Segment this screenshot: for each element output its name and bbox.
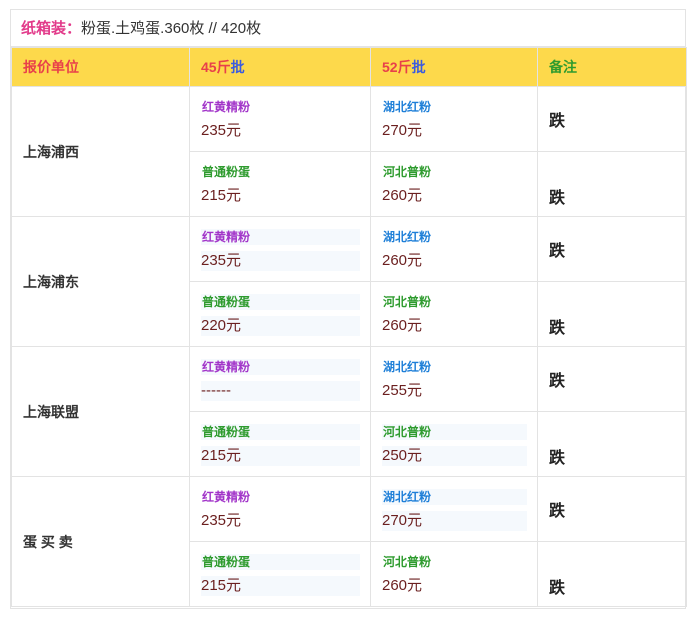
note-cell: 跌 [537,346,687,412]
title-prefix: 纸箱装： [21,20,82,37]
price-cell-45: 红黄精粉 ------ [189,346,371,412]
grade-label: 普通粉蛋 [201,294,360,310]
header-unit: 报价单位 [11,47,190,87]
price-cell-45: 红黄精粉 235元 [189,86,371,152]
note-cell: 跌 [537,281,687,347]
price-value: 250元 [382,446,527,466]
price-cell-45: 普通粉蛋 215元 [189,151,371,217]
header-price-52: 52斤批 [370,47,538,87]
header-price-45-weight: 45斤 [201,59,231,75]
price-cell-45: 普通粉蛋 215元 [189,411,371,477]
table-row: 上海浦西 红黄精粉 235元 湖北红粉 270元跌 [11,86,687,217]
grade-label: 河北普粉 [383,295,432,309]
table-row: 蛋 买 卖红黄精粉 235元 湖北红粉 270元跌 [11,476,687,607]
region-name: 蛋 买 卖 [11,476,190,607]
price-cell-52: 河北普粉 250元 [370,411,538,477]
price-value: 260元 [382,317,423,334]
price-cell-45: 红黄精粉 235元 [189,216,371,282]
price-cell-45: 红黄精粉 235元 [189,476,371,542]
region-name: 上海联盟 [11,346,190,477]
note-cell: 跌 [537,541,687,607]
header-price-45-batch: 批 [230,59,245,75]
grade-label: 湖北红粉 [383,100,432,114]
table-row: 上海浦东 红黄精粉 235元 湖北红粉 260元跌 [11,216,687,347]
price-value: 235元 [201,251,360,271]
header-price-45: 45斤批 [189,47,371,87]
grade-label: 红黄精粉 [202,490,251,504]
grade-label: 湖北红粉 [383,360,432,374]
grade-label: 湖北红粉 [382,489,527,505]
price-value: 260元 [382,252,423,269]
header-price-52-weight: 52斤 [382,59,412,75]
price-cell-45: 普通粉蛋 215元 [189,541,371,607]
price-cell-45: 普通粉蛋 220元 [189,281,371,347]
grade-label: 红黄精粉 [201,359,360,375]
page-title: 纸箱装：粉蛋.土鸡蛋.360枚 // 420枚 [11,10,685,47]
price-value: 270元 [382,511,527,531]
note-cell: 跌 [537,86,687,152]
grade-label: 湖北红粉 [383,230,432,244]
price-value: 215元 [201,187,242,204]
grade-label: 河北普粉 [383,555,432,569]
grade-label: 红黄精粉 [201,229,360,245]
price-table: 报价单位 45斤批 52斤批 备注 上海浦西 红黄精粉 235元 湖北红粉 270元跌普… [11,47,687,607]
table-row: 上海联盟 红黄精粉 ------ 湖北红粉 255元跌 [11,346,687,477]
header-note: 备注 [537,47,687,87]
price-value: 270元 [382,122,423,139]
price-value: 215元 [201,446,360,466]
region-name: 上海浦东 [11,216,190,347]
price-value: 215元 [201,576,360,596]
table-header-row: 报价单位 45斤批 52斤批 备注 [11,47,687,87]
price-cell-52: 河北普粉 260元 [370,541,538,607]
grade-label: 普通粉蛋 [201,554,360,570]
price-value: ------ [201,381,360,401]
price-cell-52: 湖北红粉 260元 [370,216,538,282]
price-value: 260元 [382,187,423,204]
price-value: 235元 [201,122,242,139]
price-value: 220元 [201,316,360,336]
grade-label: 河北普粉 [382,424,527,440]
grade-label: 普通粉蛋 [202,165,251,179]
grade-label: 红黄精粉 [202,100,251,114]
note-cell: 跌 [537,411,687,477]
grade-label: 普通粉蛋 [201,424,360,440]
region-name: 上海浦西 [11,86,190,217]
price-value: 260元 [382,577,423,594]
price-cell-52: 湖北红粉 270元 [370,86,538,152]
header-price-52-batch: 批 [411,59,426,75]
note-cell: 跌 [537,216,687,282]
title-text: 粉蛋.土鸡蛋.360枚 // 420枚 [81,20,262,37]
price-cell-52: 河北普粉 260元 [370,281,538,347]
grade-label: 河北普粉 [383,165,432,179]
price-cell-52: 湖北红粉 270元 [370,476,538,542]
price-value: 235元 [201,512,242,529]
note-cell: 跌 [537,476,687,542]
price-value: 255元 [382,382,423,399]
note-cell: 跌 [537,151,687,217]
price-cell-52: 湖北红粉 255元 [370,346,538,412]
price-cell-52: 河北普粉 260元 [370,151,538,217]
